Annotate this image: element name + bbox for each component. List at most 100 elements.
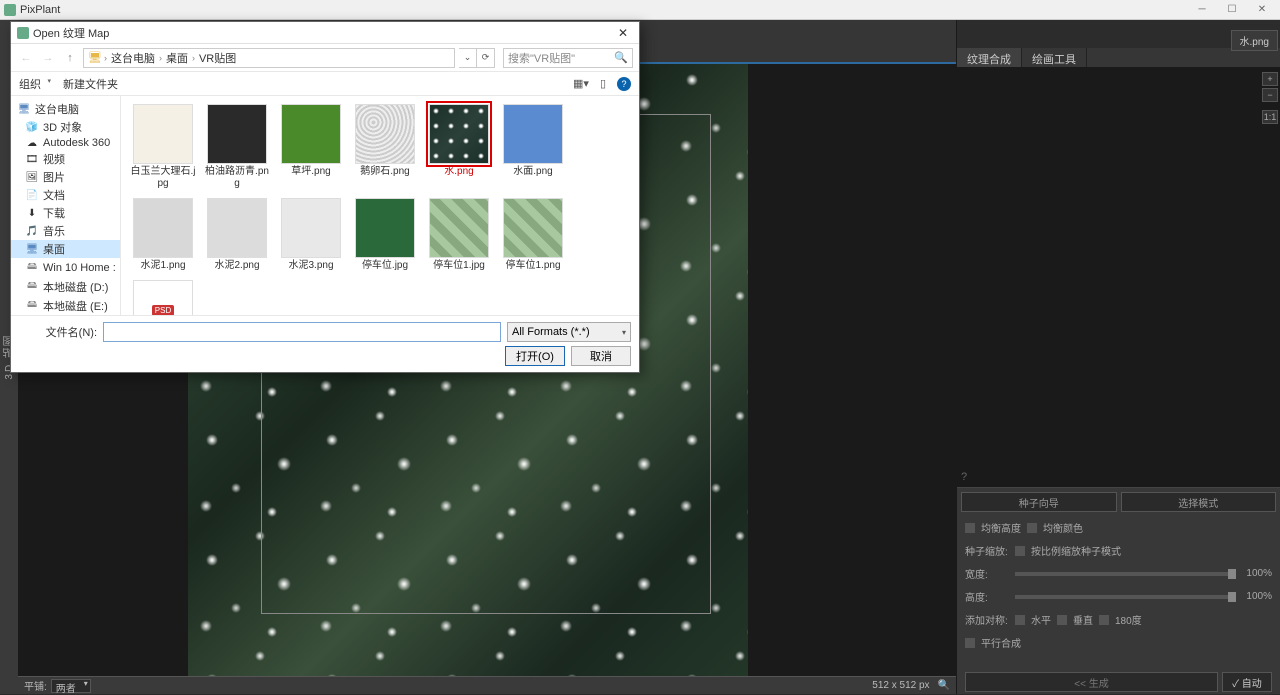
file-name: 水.png <box>444 166 473 178</box>
tree-item-label: Autodesk 360 <box>43 137 110 149</box>
close-button[interactable]: ✕ <box>1248 1 1276 19</box>
file-item[interactable]: PSD停车位1.psd <box>127 278 199 315</box>
select-mode-button[interactable]: 选择模式 <box>1121 492 1277 512</box>
width-value: 100% <box>1242 568 1272 579</box>
folder-tree[interactable]: 🖥这台电脑🧊3D 对象☁Autodesk 360🎞视频🖼图片📄文档 ⬇ 下载 🎵 音乐🖥… <box>11 96 121 315</box>
sym-horizontal-checkbox[interactable] <box>1015 615 1025 625</box>
dl-icon: ⬇ <box>25 208 39 219</box>
height-label: 高度: <box>965 589 1009 604</box>
file-thumbnail <box>503 198 563 258</box>
help-button[interactable]: ? <box>617 77 631 91</box>
nav-forward-button[interactable]: → <box>39 49 57 67</box>
equalize-height-checkbox[interactable] <box>965 523 975 533</box>
seed-wizard-button[interactable]: 种子向导 <box>961 492 1117 512</box>
app-titlebar: PixPlant ─ ☐ ✕ <box>0 0 1280 20</box>
tree-item[interactable]: 🎞视频 <box>11 150 120 168</box>
help-icon[interactable]: ? <box>961 471 967 483</box>
tab-paint-tools[interactable]: 绘画工具 <box>1022 48 1087 67</box>
file-name: 水泥3.png <box>288 260 333 272</box>
file-item[interactable]: 水.png <box>423 102 495 192</box>
tile-combo[interactable]: 两者 <box>51 679 91 693</box>
filename-input[interactable] <box>103 322 501 342</box>
tree-item[interactable]: 🖴Win 10 Home : <box>11 258 120 277</box>
file-thumbnail <box>133 198 193 258</box>
cancel-button[interactable]: 取消 <box>571 346 631 366</box>
breadcrumb[interactable]: 🖥 › 这台电脑 › 桌面 › VR贴图 <box>83 48 455 68</box>
path-refresh-button[interactable]: ⟳ <box>477 48 495 68</box>
tree-item-label: 这台电脑 <box>35 101 79 117</box>
file-list[interactable]: 白玉兰大理石.jpg柏油路沥青.png 草坪.png 鹅卵石.png 水.png 水面.… <box>121 96 639 315</box>
file-item[interactable]: 水泥2.png <box>201 196 273 274</box>
open-button[interactable]: 打开(O) <box>505 346 565 366</box>
height-slider[interactable] <box>1015 595 1236 599</box>
tree-item-label: 桌面 <box>43 241 65 257</box>
preview-add-button[interactable]: + <box>1262 72 1278 86</box>
tree-item[interactable]: 🖴本地磁盘 (E:) <box>11 296 120 315</box>
document-tab[interactable]: 水.png <box>1231 30 1278 51</box>
file-item[interactable]: 鹅卵石.png <box>349 102 421 192</box>
music-icon: 🎵 <box>25 226 39 237</box>
tree-item-label: Win 10 Home : <box>43 262 116 274</box>
auto-generate-toggle[interactable]: ✓ 自动 <box>1222 672 1272 692</box>
file-item[interactable]: 白玉兰大理石.jpg <box>127 102 199 192</box>
file-item[interactable]: 停车位.jpg <box>349 196 421 274</box>
tree-item[interactable]: ⬇ 下载 <box>11 204 120 222</box>
zoom-icon[interactable]: 🔍 <box>938 680 950 691</box>
file-item[interactable]: 停车位1.png <box>497 196 569 274</box>
preview-area: + − 1:1 ? <box>957 68 1280 488</box>
file-item[interactable]: 草坪.png <box>275 102 347 192</box>
tree-item-label: 音乐 <box>43 223 65 239</box>
file-item[interactable]: 水泥3.png <box>275 196 347 274</box>
width-slider[interactable] <box>1015 572 1236 576</box>
tree-item[interactable]: 🎵 音乐 <box>11 222 120 240</box>
file-item[interactable]: 水泥1.png <box>127 196 199 274</box>
height-value: 100% <box>1242 591 1272 602</box>
search-input[interactable]: 搜索"VR贴图" 🔍 <box>503 48 633 68</box>
preview-remove-button[interactable]: − <box>1262 88 1278 102</box>
crumb-0[interactable]: 这台电脑 <box>109 50 157 66</box>
tree-item[interactable]: 📄文档 <box>11 186 120 204</box>
preview-zoom-button[interactable]: 1:1 <box>1262 110 1278 124</box>
organize-menu[interactable]: 组织 <box>19 76 51 92</box>
preview-pane-button[interactable]: ▯ <box>595 76 611 92</box>
sym-180-checkbox[interactable] <box>1099 615 1109 625</box>
3d-icon: 🧊 <box>25 122 39 133</box>
file-name: 草坪.png <box>291 166 330 178</box>
file-item[interactable]: 水面.png <box>497 102 569 192</box>
path-dropdown-button[interactable]: ⌄ <box>459 48 477 68</box>
sym-horizontal-label: 水平 <box>1031 612 1051 627</box>
equalize-color-checkbox[interactable] <box>1027 523 1037 533</box>
tree-item-label: 文档 <box>43 187 65 203</box>
dialog-close-button[interactable]: ✕ <box>613 26 633 40</box>
nav-up-button[interactable]: ↑ <box>61 49 79 67</box>
tree-item[interactable]: 🧊3D 对象 <box>11 118 120 136</box>
tab-texture-synthesis[interactable]: 纹理合成 <box>957 48 1022 67</box>
seed-proportional-checkbox[interactable] <box>1015 546 1025 556</box>
file-thumbnail <box>429 104 489 164</box>
file-item[interactable]: 柏油路沥青.png <box>201 102 273 192</box>
new-folder-button[interactable]: 新建文件夹 <box>63 76 128 92</box>
parallel-checkbox[interactable] <box>965 638 975 648</box>
file-name: 停车位1.jpg <box>433 260 485 272</box>
sym-vertical-checkbox[interactable] <box>1057 615 1067 625</box>
maximize-button[interactable]: ☐ <box>1218 1 1246 19</box>
tree-item-label: 图片 <box>43 169 65 185</box>
view-mode-button[interactable]: ▦▾ <box>573 76 589 92</box>
tree-item[interactable]: 🖴本地磁盘 (D:) <box>11 277 120 296</box>
status-bar: 平铺: 两者 512 x 512 px 🔍 <box>18 676 956 694</box>
generate-button[interactable]: << 生成 <box>965 672 1218 692</box>
crumb-2[interactable]: VR贴图 <box>197 50 238 66</box>
crumb-1[interactable]: 桌面 <box>164 50 190 66</box>
file-format-combo[interactable]: All Formats (*.*) <box>507 322 631 342</box>
nav-back-button[interactable]: ← <box>17 49 35 67</box>
file-thumbnail <box>207 104 267 164</box>
tree-item[interactable]: 🖼图片 <box>11 168 120 186</box>
tree-item[interactable]: ☁Autodesk 360 <box>11 136 120 150</box>
tree-item[interactable]: 🖥这台电脑 <box>11 100 120 118</box>
file-name: 停车位.jpg <box>362 260 408 272</box>
tree-item-label: 下载 <box>43 205 65 221</box>
tree-item[interactable]: 🖥桌面 <box>11 240 120 258</box>
minimize-button[interactable]: ─ <box>1188 1 1216 19</box>
file-item[interactable]: 停车位1.jpg <box>423 196 495 274</box>
file-thumbnail: PSD <box>133 280 193 315</box>
